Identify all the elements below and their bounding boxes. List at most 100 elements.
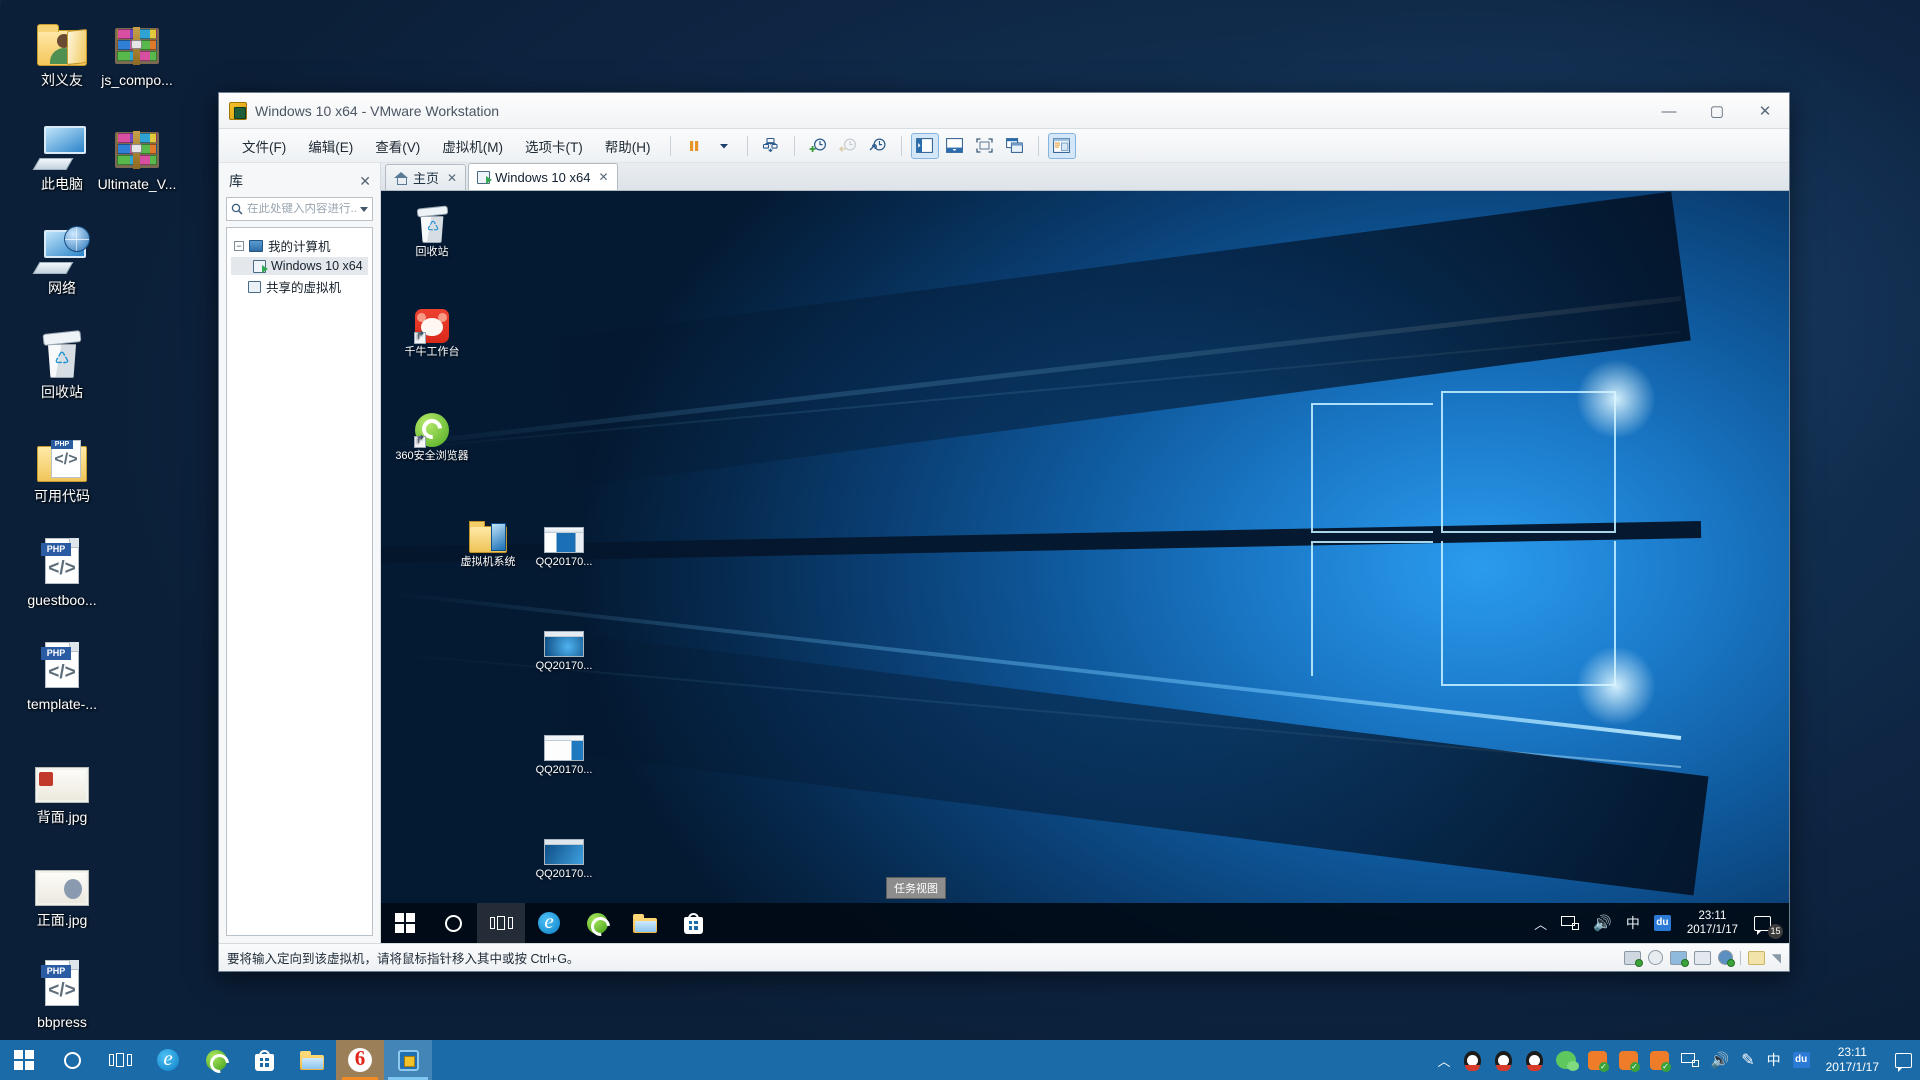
vmware-menu-bar[interactable]: 文件(F) 编辑(E) 查看(V) 虚拟机(M) 选项卡(T) 帮助(H): [219, 129, 1789, 163]
network-tray-icon[interactable]: [1675, 1040, 1705, 1080]
desktop-icon-beimian-jpg[interactable]: 背面.jpg: [8, 745, 116, 825]
vm-tab-bar[interactable]: 主页 ✕ Windows 10 x64 ✕: [381, 163, 1789, 191]
library-tree[interactable]: − 我的计算机 Windows 10 x64 共享的虚拟机: [226, 227, 373, 936]
desktop-icon-js-compo[interactable]: js_compo...: [83, 8, 191, 88]
printer-icon[interactable]: [1693, 950, 1711, 965]
guest-icon-vm-system[interactable]: 虚拟机系统: [451, 509, 525, 569]
host-taskbar[interactable]: ︿ ✓ ✓ ✓ 🔊 ✎ 中 du 23:11 2017/1/17: [0, 1040, 1920, 1080]
menu-view[interactable]: 查看(V): [364, 132, 431, 160]
host-system-tray[interactable]: ︿ ✓ ✓ ✓ 🔊 ✎ 中 du 23:11 2017/1/17: [1432, 1040, 1920, 1080]
host-file-explorer-button[interactable]: [288, 1040, 336, 1080]
host-start-button[interactable]: [0, 1040, 48, 1080]
host-clock[interactable]: 23:11 2017/1/17: [1816, 1045, 1889, 1075]
volume-tray-icon[interactable]: 🔊: [1586, 903, 1619, 943]
vmware-title-bar[interactable]: Windows 10 x64 - VMware Workstation — ▢ …: [219, 93, 1789, 129]
ime-chinese-icon[interactable]: 中: [1761, 1040, 1787, 1080]
tab-windows-10-x64[interactable]: Windows 10 x64 ✕: [468, 163, 618, 190]
host-vmware-button[interactable]: [384, 1040, 432, 1080]
host-360-safe-button[interactable]: [336, 1040, 384, 1080]
show-hidden-icons-chevron[interactable]: ︿: [1527, 903, 1554, 943]
guest-file-explorer-button[interactable]: [621, 903, 669, 943]
menu-vm[interactable]: 虚拟机(M): [431, 132, 514, 160]
close-button[interactable]: ✕: [1741, 93, 1789, 129]
maximize-button[interactable]: ▢: [1693, 93, 1741, 129]
desktop-icon-bbpress[interactable]: PHP </> bbpress: [8, 950, 116, 1030]
snapshot-manager-icon[interactable]: [864, 133, 892, 159]
guest-task-view-button[interactable]: [477, 903, 525, 943]
thumbnail-bar-icon[interactable]: [941, 133, 969, 159]
host-store-button[interactable]: [240, 1040, 288, 1080]
sogou-input-icon-2[interactable]: ✓: [1613, 1040, 1644, 1080]
desktop-icon-network[interactable]: 网络: [8, 216, 116, 296]
usb-icon[interactable]: [1747, 950, 1765, 965]
library-panel-icon[interactable]: [910, 132, 939, 159]
cd-drive-icon[interactable]: [1647, 950, 1663, 965]
expander-icon[interactable]: −: [234, 240, 244, 251]
guest-icon-qq-screenshot-3[interactable]: QQ20170...: [527, 717, 601, 777]
menu-tabs[interactable]: 选项卡(T): [514, 132, 594, 160]
sound-card-icon[interactable]: [1717, 950, 1735, 967]
close-icon[interactable]: ✕: [359, 173, 371, 190]
chevron-down-icon[interactable]: [360, 206, 368, 212]
pen-tray-icon[interactable]: ✎: [1735, 1040, 1760, 1080]
host-task-view-button[interactable]: [96, 1040, 144, 1080]
desktop-icon-zhengmian-jpg[interactable]: 正面.jpg: [8, 848, 116, 928]
guest-icon-360-browser[interactable]: 360安全浏览器: [395, 403, 469, 463]
desktop-icon-guestbook[interactable]: PHP </> guestboo...: [8, 528, 116, 608]
qq-icon-2[interactable]: [1488, 1040, 1519, 1080]
desktop-icon-ultimate-v[interactable]: Ultimate_V...: [83, 112, 191, 192]
library-panel[interactable]: 库 ✕ − 我的计算机 Windows 10 x64: [219, 163, 381, 943]
resize-grip-icon[interactable]: ◥: [1772, 951, 1781, 965]
tab-home[interactable]: 主页 ✕: [385, 164, 467, 190]
host-360-browser-button[interactable]: [192, 1040, 240, 1080]
guest-taskbar[interactable]: ︿ 🔊 中 du 23:11 2017/1/17 15: [381, 903, 1789, 943]
vmware-workstation-window[interactable]: Windows 10 x64 - VMware Workstation — ▢ …: [218, 92, 1790, 972]
tree-node-shared-vms[interactable]: 共享的虚拟机: [231, 275, 368, 298]
host-action-center-button[interactable]: [1889, 1040, 1918, 1080]
tab-close-icon[interactable]: ✕: [598, 170, 608, 184]
search-input[interactable]: [247, 203, 356, 215]
minimize-button[interactable]: —: [1645, 93, 1693, 129]
guest-icon-qq-screenshot-2[interactable]: QQ20170...: [527, 613, 601, 673]
network-tray-icon[interactable]: [1554, 903, 1586, 943]
desktop-icon-recycle-bin[interactable]: ♺ 回收站: [8, 320, 116, 400]
menu-help[interactable]: 帮助(H): [594, 132, 662, 160]
guest-cortana-button[interactable]: [429, 903, 477, 943]
tab-close-icon[interactable]: ✕: [447, 171, 457, 185]
snapshot-revert-icon[interactable]: [834, 133, 862, 159]
console-view-icon[interactable]: [1047, 132, 1076, 159]
menu-edit[interactable]: 编辑(E): [297, 132, 364, 160]
desktop-icon-template[interactable]: PHP </> template-...: [8, 632, 116, 712]
guest-icon-qq-screenshot-1[interactable]: QQ20170...: [527, 509, 601, 569]
host-cortana-button[interactable]: [48, 1040, 96, 1080]
show-hidden-icons-chevron[interactable]: ︿: [1432, 1040, 1457, 1080]
status-device-icons[interactable]: ◥: [1623, 950, 1781, 967]
hard-disk-icon[interactable]: [1623, 950, 1643, 967]
guest-start-button[interactable]: [381, 903, 429, 943]
qq-icon-1[interactable]: [1457, 1040, 1488, 1080]
guest-store-button[interactable]: [669, 903, 717, 943]
guest-edge-button[interactable]: [525, 903, 573, 943]
ime-chinese-icon[interactable]: 中: [1619, 903, 1647, 943]
guest-vm-screen[interactable]: ♺ 回收站 千牛工作台 360安全浏览器: [381, 191, 1789, 943]
guest-system-tray[interactable]: ︿ 🔊 中 du 23:11 2017/1/17 15: [1527, 903, 1789, 943]
guest-action-center-button[interactable]: 15: [1747, 903, 1785, 943]
host-edge-button[interactable]: [144, 1040, 192, 1080]
baidu-ime-icon[interactable]: du: [1647, 903, 1678, 943]
guest-icon-qianniu[interactable]: 千牛工作台: [395, 299, 469, 359]
menu-file[interactable]: 文件(F): [231, 132, 297, 160]
qq-icon-3[interactable]: [1519, 1040, 1550, 1080]
wechat-icon[interactable]: [1550, 1040, 1582, 1080]
snapshot-add-icon[interactable]: [804, 133, 832, 159]
library-search[interactable]: [226, 197, 373, 221]
network-adapter-icon[interactable]: [1669, 950, 1689, 967]
fullscreen-icon[interactable]: [971, 133, 999, 159]
tree-node-windows-10-x64[interactable]: Windows 10 x64: [231, 257, 368, 275]
baidu-ime-icon[interactable]: du: [1787, 1040, 1816, 1080]
power-dropdown-button[interactable]: [710, 133, 738, 159]
desktop-icon-available-code[interactable]: PHP </> 可用代码: [8, 424, 116, 504]
sogou-input-icon-1[interactable]: ✓: [1582, 1040, 1613, 1080]
send-keys-icon[interactable]: [757, 133, 785, 159]
sogou-input-icon-3[interactable]: ✓: [1644, 1040, 1675, 1080]
unity-mode-icon[interactable]: [1001, 133, 1029, 159]
